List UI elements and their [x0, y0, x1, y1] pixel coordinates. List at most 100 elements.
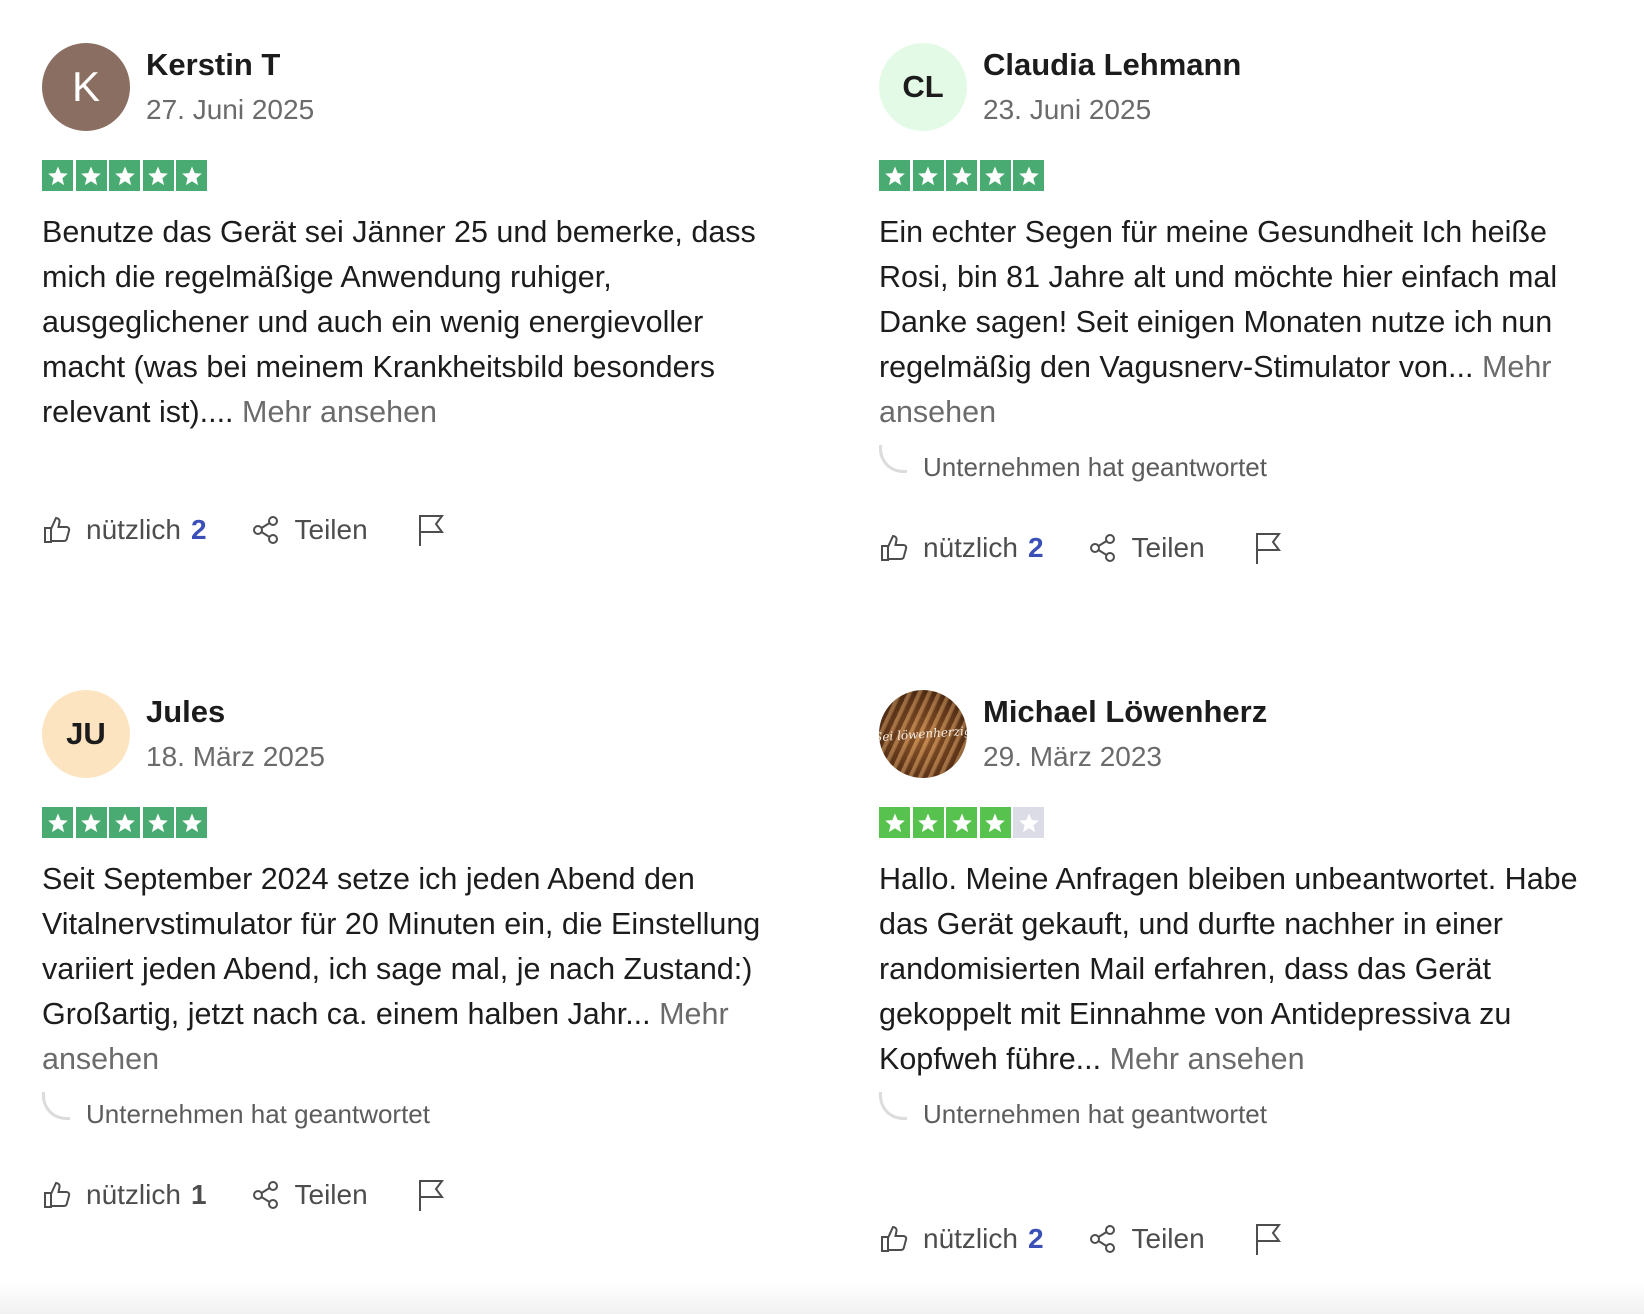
review-text: Ein echter Segen für meine Gesundheit Ic…	[879, 210, 1609, 435]
star-icon	[75, 807, 107, 838]
avatar[interactable]: Sei löwenherzig	[879, 690, 967, 778]
useful-count: 2	[190, 514, 207, 545]
reviewer-meta: Michael Löwenherz 29. März 2023	[983, 690, 1267, 776]
star-icon	[879, 160, 910, 191]
share-icon	[252, 516, 278, 544]
useful-count: 2	[1027, 532, 1044, 563]
review-card: K Kerstin T 27. Juni 2025 Benutze das Ge…	[42, 43, 772, 546]
review-text: Hallo. Meine Anfragen bleiben unbeantwor…	[879, 857, 1609, 1082]
review-actions: nützlich 2 Teilen	[42, 513, 460, 547]
review-actions: nützlich 1 Teilen	[42, 1178, 460, 1212]
review-actions: nützlich 2 Teilen	[879, 1222, 1297, 1256]
flag-icon	[1255, 1224, 1281, 1255]
review-date: 23. Juni 2025	[983, 94, 1152, 125]
company-reply[interactable]: Unternehmen hat geantwortet	[42, 1092, 772, 1134]
flag-icon	[418, 1180, 444, 1211]
avatar-photo-caption: Sei löwenherzig	[879, 723, 967, 745]
star-icon	[1013, 160, 1044, 191]
review-text: Seit September 2024 setze ich jeden Aben…	[42, 857, 772, 1082]
more-link[interactable]: Mehr ansehen	[242, 395, 437, 429]
review-body: Seit September 2024 setze ich jeden Aben…	[42, 862, 761, 1031]
reviewer-meta: Claudia Lehmann 23. Juni 2025	[983, 43, 1241, 129]
flag-icon	[1255, 533, 1281, 564]
report-button[interactable]	[1253, 1222, 1297, 1256]
star-rating	[879, 807, 1609, 838]
share-icon	[252, 1181, 278, 1209]
star-icon	[42, 807, 73, 838]
reviewer-meta: Kerstin T 27. Juni 2025	[146, 43, 314, 129]
share-icon	[1089, 534, 1115, 562]
review-header: JU Jules 18. März 2025	[42, 690, 772, 778]
reviewer-name[interactable]: Jules	[146, 692, 325, 732]
star-icon	[176, 807, 207, 838]
avatar[interactable]: JU	[42, 690, 130, 778]
report-button[interactable]	[1253, 531, 1297, 565]
star-icon	[142, 160, 174, 191]
report-button[interactable]	[416, 513, 460, 547]
avatar-initials: JU	[66, 716, 106, 751]
reviewer-name[interactable]: Michael Löwenherz	[983, 692, 1267, 732]
thumbs-up-icon	[44, 1181, 71, 1208]
review-card: CL Claudia Lehmann 23. Juni 2025 Ein ech…	[879, 43, 1609, 564]
share-button[interactable]: Teilen	[251, 1179, 368, 1211]
more-link[interactable]: Mehr ansehen	[1110, 1042, 1305, 1076]
reviewer-meta: Jules 18. März 2025	[146, 690, 325, 776]
flag-icon	[418, 515, 444, 546]
thumbs-up-icon	[44, 516, 71, 543]
useful-button[interactable]: nützlich 2	[879, 1223, 1044, 1255]
star-icon	[946, 160, 977, 191]
reply-label: Unternehmen hat geantwortet	[923, 1098, 1267, 1129]
share-button[interactable]: Teilen	[251, 514, 368, 546]
share-button[interactable]: Teilen	[1088, 532, 1205, 564]
useful-button[interactable]: nützlich 2	[42, 514, 207, 546]
star-rating	[42, 160, 772, 191]
reply-curve-icon	[879, 445, 907, 473]
star-icon	[912, 160, 944, 191]
review-card: JU Jules 18. März 2025 Seit September 20…	[42, 690, 772, 1211]
share-label: Teilen	[1131, 532, 1205, 563]
avatar-initials: K	[71, 63, 100, 110]
avatar[interactable]: K	[42, 43, 130, 131]
review-header: CL Claudia Lehmann 23. Juni 2025	[879, 43, 1609, 131]
star-icon	[979, 160, 1011, 191]
reviewer-name[interactable]: Kerstin T	[146, 45, 314, 85]
star-icon	[142, 807, 174, 838]
star-icon	[75, 160, 107, 191]
company-reply[interactable]: Unternehmen hat geantwortet	[879, 1092, 1609, 1134]
share-icon	[1089, 1225, 1115, 1253]
avatar[interactable]: CL	[879, 43, 967, 131]
star-icon	[109, 160, 140, 191]
star-icon	[946, 807, 977, 838]
share-label: Teilen	[1131, 1223, 1205, 1254]
reply-curve-icon	[879, 1092, 907, 1120]
reply-curve-icon	[42, 1092, 70, 1120]
reply-label: Unternehmen hat geantwortet	[923, 451, 1267, 482]
share-label: Teilen	[294, 1179, 368, 1210]
useful-label: nützlich	[923, 1223, 1018, 1254]
report-button[interactable]	[416, 1178, 460, 1212]
star-icon	[109, 807, 140, 838]
avatar-initials: CL	[902, 69, 944, 104]
review-header: K Kerstin T 27. Juni 2025	[42, 43, 772, 131]
company-reply[interactable]: Unternehmen hat geantwortet	[879, 445, 1609, 487]
useful-label: nützlich	[86, 514, 181, 545]
useful-button[interactable]: nützlich 2	[879, 532, 1044, 564]
review-body: Ein echter Segen für meine Gesundheit Ic…	[879, 215, 1558, 384]
thumbs-up-icon	[881, 534, 908, 561]
star-icon	[912, 807, 944, 838]
share-label: Teilen	[294, 514, 368, 545]
star-icon	[176, 160, 207, 191]
reply-label: Unternehmen hat geantwortet	[86, 1098, 430, 1129]
useful-count: 1	[190, 1179, 207, 1210]
review-card: Sei löwenherzig Michael Löwenherz 29. Mä…	[879, 690, 1609, 1255]
review-actions: nützlich 2 Teilen	[879, 531, 1297, 565]
share-button[interactable]: Teilen	[1088, 1223, 1205, 1255]
useful-count: 2	[1027, 1223, 1044, 1254]
reviewer-name[interactable]: Claudia Lehmann	[983, 45, 1241, 85]
review-date: 18. März 2025	[146, 741, 325, 772]
review-date: 27. Juni 2025	[146, 94, 315, 125]
star-icon	[879, 807, 910, 838]
useful-button[interactable]: nützlich 1	[42, 1179, 207, 1211]
review-header: Sei löwenherzig Michael Löwenherz 29. Mä…	[879, 690, 1609, 778]
review-text: Benutze das Gerät sei Jänner 25 und beme…	[42, 210, 772, 435]
